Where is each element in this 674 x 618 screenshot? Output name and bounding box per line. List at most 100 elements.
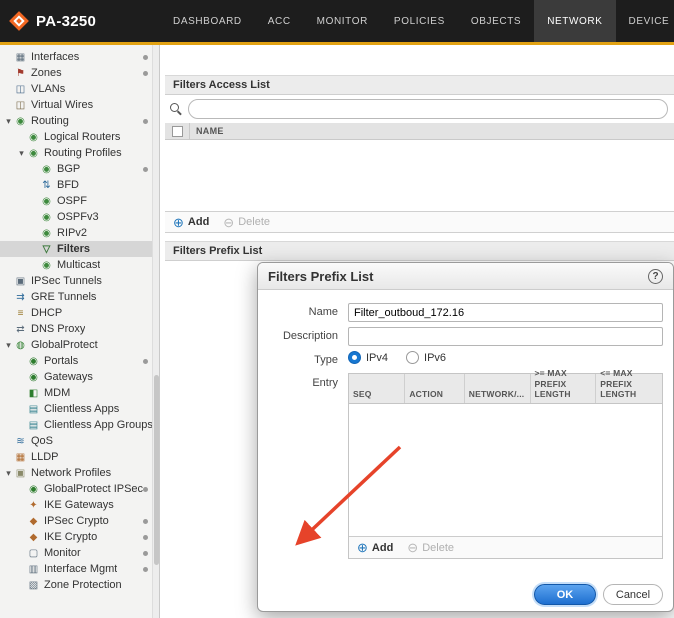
sidebar-item-label: GlobalProtect xyxy=(31,339,98,351)
chevron-down-icon[interactable]: ▾ xyxy=(3,468,14,479)
sidebar-item-virtual-wires[interactable]: ◫Virtual Wires xyxy=(0,97,159,113)
item-count-dot xyxy=(143,519,148,524)
filters-prefix-list-dialog: Filters Prefix List ? Name Description T… xyxy=(257,262,674,612)
sidebar-item-interfaces[interactable]: ▦Interfaces xyxy=(0,49,159,65)
sidebar-item-label: BFD xyxy=(57,179,79,191)
sidebar-item-zone-protection[interactable]: ▧Zone Protection xyxy=(0,577,159,593)
sidebar-item-label: Clientless Apps xyxy=(44,403,119,415)
ok-button[interactable]: OK xyxy=(534,584,596,605)
sidebar-item-ripv2[interactable]: ◉RIPv2 xyxy=(0,225,159,241)
ospfv3-icon: ◉ xyxy=(40,212,53,223)
delete-button-label: Delete xyxy=(238,216,270,228)
sidebar-item-ospf[interactable]: ◉OSPF xyxy=(0,193,159,209)
sidebar-item-routing-profiles[interactable]: ▾◉Routing Profiles xyxy=(0,145,159,161)
sidebar-item-label: LLDP xyxy=(31,451,59,463)
sidebar-item-gateways[interactable]: ◉Gateways xyxy=(0,369,159,385)
nav-acc[interactable]: ACC xyxy=(255,0,304,42)
access-list-search-input[interactable] xyxy=(188,99,668,119)
sidebar-item-ipsec-tunnels[interactable]: ▣IPSec Tunnels xyxy=(0,273,159,289)
entry-column-header-1[interactable]: ACTION xyxy=(405,374,464,403)
nav-objects[interactable]: OBJECTS xyxy=(458,0,534,42)
sidebar-item-dhcp[interactable]: ≡DHCP xyxy=(0,305,159,321)
clientless-app-groups-icon: ▤ xyxy=(27,420,40,431)
portals-icon: ◉ xyxy=(27,356,40,367)
dhcp-icon: ≡ xyxy=(14,308,27,319)
nav-dashboard[interactable]: DASHBOARD xyxy=(160,0,255,42)
sidebar-scrollbar[interactable] xyxy=(152,45,159,618)
scrollbar-thumb[interactable] xyxy=(154,375,159,565)
sidebar-item-ipsec-crypto[interactable]: ◆IPSec Crypto xyxy=(0,513,159,529)
sidebar-item-label: OSPFv3 xyxy=(57,211,99,223)
sidebar-item-label: GlobalProtect IPSec Crypto xyxy=(44,483,143,495)
sidebar-item-portals[interactable]: ◉Portals xyxy=(0,353,159,369)
sidebar-item-label: QoS xyxy=(31,435,53,447)
sidebar-item-ike-gateways[interactable]: ✦IKE Gateways xyxy=(0,497,159,513)
sidebar-item-label: Network Profiles xyxy=(31,467,111,479)
entry-add-button[interactable]: ⊕ Add xyxy=(357,541,393,554)
cancel-button[interactable]: Cancel xyxy=(603,584,663,605)
description-input[interactable] xyxy=(348,327,663,346)
sidebar-item-gre-tunnels[interactable]: ⇉GRE Tunnels xyxy=(0,289,159,305)
type-label: Type xyxy=(258,354,338,366)
sidebar-item-logical-routers[interactable]: ◉Logical Routers xyxy=(0,129,159,145)
type-radio-ipv6[interactable]: IPv6 xyxy=(406,351,446,364)
radio-unselected-icon[interactable] xyxy=(406,351,419,364)
sidebar-item-filters[interactable]: ▽Filters xyxy=(0,241,159,257)
sidebar-item-bgp[interactable]: ◉BGP xyxy=(0,161,159,177)
sidebar-item-zones[interactable]: ⚑Zones xyxy=(0,65,159,81)
access-list-add-button[interactable]: ⊕ Add xyxy=(173,216,209,229)
sidebar-item-mdm[interactable]: ◧MDM xyxy=(0,385,159,401)
type-radio-label: IPv4 xyxy=(366,352,388,364)
sidebar-item-label: VLANs xyxy=(31,83,65,95)
sidebar-item-monitor[interactable]: ▢Monitor xyxy=(0,545,159,561)
sidebar-item-label: IPSec Tunnels xyxy=(31,275,102,287)
entry-column-header-4[interactable]: <= MAX PREFIX LENGTH xyxy=(596,374,662,403)
entry-delete-button[interactable]: ⊖ Delete xyxy=(407,541,454,554)
sidebar-item-routing[interactable]: ▾◉Routing xyxy=(0,113,159,129)
sidebar-item-label: Interfaces xyxy=(31,51,79,63)
sidebar-item-multicast[interactable]: ◉Multicast xyxy=(0,257,159,273)
sidebar-item-clientless-apps[interactable]: ▤Clientless Apps xyxy=(0,401,159,417)
nav-network[interactable]: NETWORK xyxy=(534,0,615,42)
sidebar-item-globalprotect-ipsec-crypto[interactable]: ◉GlobalProtect IPSec Crypto xyxy=(0,481,159,497)
chevron-down-icon[interactable]: ▾ xyxy=(16,148,27,159)
entry-column-header-2[interactable]: NETWORK/... xyxy=(465,374,531,403)
delete-icon: ⊖ xyxy=(223,216,234,229)
chevron-down-icon[interactable]: ▾ xyxy=(3,116,14,127)
item-count-dot xyxy=(143,71,148,76)
name-input[interactable] xyxy=(348,303,663,322)
sidebar-item-lldp[interactable]: ▦ LLDP xyxy=(0,449,159,465)
nav-policies[interactable]: POLICIES xyxy=(381,0,458,42)
sidebar-item-bfd[interactable]: ⇅ BFD xyxy=(0,177,159,193)
nav-monitor[interactable]: MONITOR xyxy=(304,0,381,42)
sidebar-item-interface-mgmt[interactable]: ▥Interface Mgmt xyxy=(0,561,159,577)
sidebar-item-network-profiles[interactable]: ▾▣Network Profiles xyxy=(0,465,159,481)
entry-table-toolbar: ⊕ Add ⊖ Delete xyxy=(349,536,662,558)
lldp-icon: ▦ xyxy=(14,452,27,463)
type-radio-ipv4[interactable]: IPv4 xyxy=(348,351,388,364)
entry-column-header-0[interactable]: SEQ xyxy=(349,374,405,403)
type-radio-group: IPv4 IPv6 xyxy=(348,351,464,364)
mdm-icon: ◧ xyxy=(27,388,40,399)
select-all-checkbox[interactable] xyxy=(172,126,183,137)
sidebar-item-vlans[interactable]: ◫VLANs xyxy=(0,81,159,97)
sidebar-item-label: Routing xyxy=(31,115,69,127)
access-list-delete-button[interactable]: ⊖ Delete xyxy=(223,216,270,229)
entry-column-header-3[interactable]: >= MAX PREFIX LENGTH xyxy=(531,374,597,403)
item-count-dot xyxy=(143,167,148,172)
nav-device[interactable]: DEVICE xyxy=(616,0,674,42)
sidebar-item-qos[interactable]: ≋QoS xyxy=(0,433,159,449)
column-header-name[interactable]: NAME xyxy=(189,123,674,139)
chevron-down-icon[interactable]: ▾ xyxy=(3,340,14,351)
sidebar-item-ike-crypto[interactable]: ◆IKE Crypto xyxy=(0,529,159,545)
radio-selected-icon[interactable] xyxy=(348,351,361,364)
entry-delete-label: Delete xyxy=(422,542,454,554)
access-list-table-body xyxy=(165,140,674,211)
item-count-dot xyxy=(143,551,148,556)
sidebar-item-globalprotect[interactable]: ▾◍GlobalProtect xyxy=(0,337,159,353)
sidebar-item-ospfv3[interactable]: ◉ OSPFv3 xyxy=(0,209,159,225)
help-icon[interactable]: ? xyxy=(648,269,663,284)
sidebar-item-dns-proxy[interactable]: ⇄DNS Proxy xyxy=(0,321,159,337)
bfd-icon: ⇅ xyxy=(40,180,53,191)
sidebar-item-clientless-app-groups[interactable]: ▤Clientless App Groups xyxy=(0,417,159,433)
